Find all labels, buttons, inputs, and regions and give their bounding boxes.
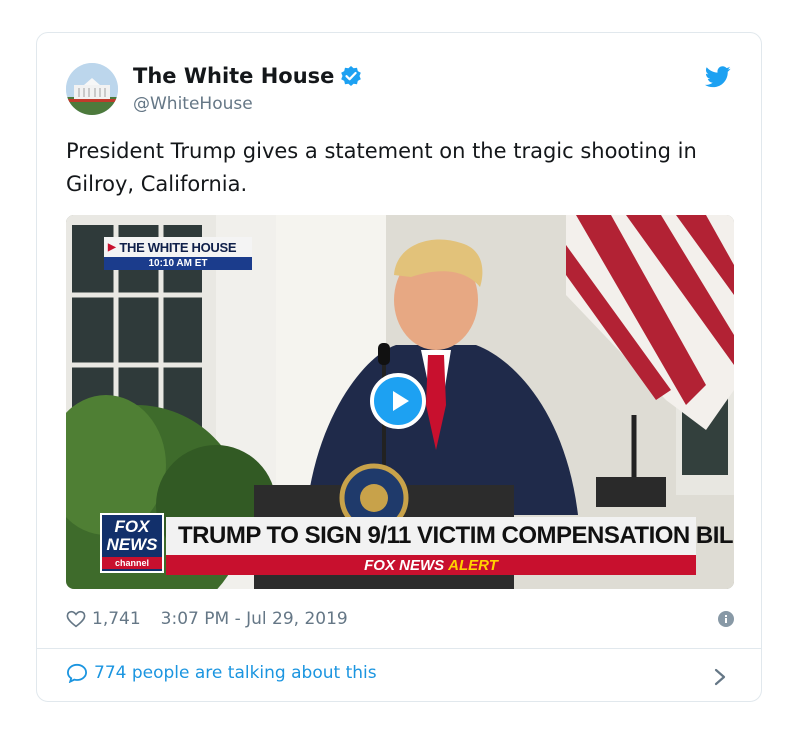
alert-word: ALERT	[448, 556, 498, 574]
conversation-link[interactable]: 774 people are talking about this	[66, 663, 377, 683]
chevron-right-icon[interactable]	[713, 667, 727, 687]
info-icon[interactable]	[718, 611, 734, 627]
verified-badge-icon	[340, 65, 362, 87]
speech-bubble-icon	[66, 663, 88, 683]
tweet-text: President Trump gives a statement on the…	[66, 139, 697, 196]
divider	[37, 648, 761, 649]
news-headline: TRUMP TO SIGN 9/11 VICTIM COMPENSATION B…	[166, 517, 734, 555]
video-player[interactable]: ▶ THE WHITE HOUSE 10:10 AM ET FOX NEWS c…	[66, 215, 734, 589]
tweet-meta: 1,741 3:07 PM - Jul 29, 2019	[66, 605, 734, 633]
logo-line-3: channel	[102, 557, 162, 569]
conversation-text[interactable]: 774 people are talking about this	[94, 663, 377, 683]
like-button[interactable]: 1,741	[66, 609, 141, 629]
logo-line-2: NEWS	[106, 535, 158, 554]
triangle-icon: ▶	[108, 241, 116, 253]
location-label: ▶ THE WHITE HOUSE	[104, 237, 252, 257]
timestamp[interactable]: 3:07 PM - Jul 29, 2019	[161, 609, 348, 629]
heart-icon	[66, 610, 86, 628]
avatar[interactable]	[66, 63, 118, 115]
tweet-card[interactable]: The White House @WhiteHouse President Tr…	[36, 32, 762, 702]
display-name[interactable]: The White House	[133, 64, 334, 88]
time-label: 10:10 AM ET	[104, 257, 252, 270]
fox-news-channel-logo: FOX NEWS channel	[100, 513, 164, 573]
location-label-text: THE WHITE HOUSE	[119, 239, 237, 255]
handle[interactable]: @WhiteHouse	[133, 94, 253, 114]
play-button[interactable]	[370, 373, 426, 429]
news-alert-bar: FOX NEWS ALERT	[166, 555, 696, 575]
display-name-row[interactable]: The White House	[133, 64, 362, 88]
alert-prefix: FOX NEWS	[364, 556, 445, 574]
like-count: 1,741	[92, 609, 141, 629]
logo-line-1: FOX	[114, 517, 150, 536]
twitter-bird-icon[interactable]	[704, 66, 731, 88]
play-icon	[393, 391, 409, 411]
